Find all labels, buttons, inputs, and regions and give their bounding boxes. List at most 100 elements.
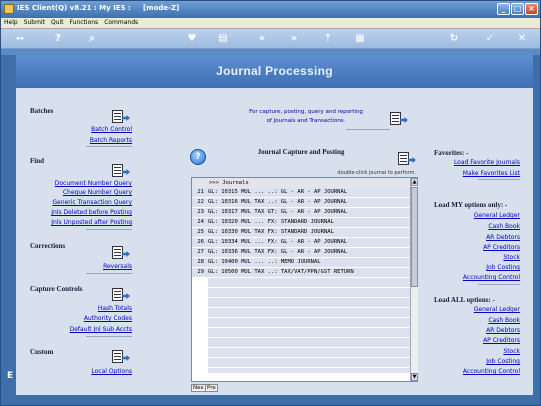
intro-line-2: of Journals and Transactions. [266, 118, 346, 124]
link-batch-control[interactable]: Batch Control [46, 126, 132, 133]
link-local-options[interactable]: Local Options [46, 368, 132, 375]
link-all-ar-debtors[interactable]: AR Debtors [426, 327, 520, 334]
key-icon[interactable]: ⊶ [7, 33, 33, 45]
status-bar [1, 395, 540, 405]
cancel-icon[interactable]: ✕ [515, 33, 529, 45]
heart-icon[interactable]: ♥ [185, 33, 199, 45]
capture-heading: Journal Capture and Posting [257, 148, 345, 156]
link-my-job-costing[interactable]: Job Costing [426, 264, 520, 271]
divider [478, 179, 520, 180]
divider [86, 273, 132, 274]
custom-heading: Custom [30, 348, 54, 356]
empty-row [208, 338, 410, 348]
link-my-ap-creditors[interactable]: AP Creditors [426, 244, 520, 251]
up-arrow-icon[interactable]: ⇡ [321, 33, 335, 45]
custom-document-icon [110, 347, 130, 365]
journal-row[interactable]: 22 GL: 10316 MUL TAX ..: GL - AR - AP JOU… [192, 198, 410, 208]
info-icon: ? [190, 149, 206, 165]
favorites-heading: Favorites: - [434, 149, 469, 157]
journal-row[interactable]: 27 GL: 10336 MUL TAX FX: GL - AR - AP JOU… [192, 248, 410, 258]
scroll-thumb[interactable] [411, 187, 418, 287]
link-generic-transaction-query[interactable]: Generic Transaction Query [26, 199, 132, 206]
divider [346, 129, 390, 130]
refresh-icon[interactable]: ↻ [447, 33, 461, 45]
menu-commands[interactable]: Commands [101, 18, 141, 26]
link-all-accounting-control[interactable]: Accounting Control [426, 368, 520, 375]
link-cheque-number-query[interactable]: Cheque Number Query [26, 189, 132, 196]
maximize-button[interactable]: □ [511, 3, 524, 15]
page-header: Journal Processing [16, 55, 533, 88]
print-icon[interactable]: ▤ [216, 33, 230, 45]
link-document-number-query[interactable]: Document Number Query [26, 180, 132, 187]
batches-heading: Batches [30, 107, 54, 115]
intro-document-icon [388, 109, 408, 127]
journal-scrollbar[interactable]: ▲ ▼ [410, 178, 418, 381]
divider [86, 146, 132, 147]
link-reversals[interactable]: Reversals [46, 263, 132, 270]
app-icon [4, 4, 14, 14]
menu-help[interactable]: Help [1, 18, 21, 26]
link-my-general-ledger[interactable]: General Ledger [426, 212, 520, 219]
link-all-general-ledger[interactable]: General Ledger [426, 306, 520, 313]
journal-row[interactable]: 28 GL: 10400 MUL ... ..: MEMO JOURNAL [192, 258, 410, 268]
link-batch-reports[interactable]: Batch Reports [46, 137, 132, 144]
journal-row[interactable]: 26 GL: 10334 MUL ... FX: GL - AR - AP JOU… [192, 238, 410, 248]
capture-document-icon [396, 149, 416, 167]
minimize-button[interactable]: _ [497, 3, 510, 15]
next-button[interactable]: Nex [191, 384, 206, 392]
link-all-job-costing[interactable]: Job Costing [426, 358, 520, 365]
divider [86, 229, 132, 230]
menu-bar: Help Submit Quit Functions Commands [1, 18, 540, 29]
main-panel: Journal Processing Batches Batch Control… [16, 55, 533, 395]
empty-row [208, 308, 410, 318]
journal-list[interactable]: >>> Journals 21 GL: 10315 MUL ... ..: GL … [191, 177, 418, 382]
link-jnls-unposted-after-posting[interactable]: Jnls Unposted after Posting [26, 219, 132, 226]
scroll-down-arrow-icon[interactable]: ▼ [411, 373, 418, 381]
scroll-up-arrow-icon[interactable]: ▲ [411, 178, 418, 186]
previous-button[interactable]: Pre [205, 384, 218, 392]
link-all-stock[interactable]: Stock [426, 348, 520, 355]
capture-controls-document-icon [110, 285, 130, 303]
journal-row[interactable]: 23 GL: 10317 MUL TAX GT: GL - AR - AP JOU… [192, 208, 410, 218]
empty-row [208, 368, 410, 374]
link-my-accounting-control[interactable]: Accounting Control [426, 274, 520, 281]
first-page-icon[interactable]: « [255, 33, 269, 45]
divider [478, 284, 520, 285]
journal-row[interactable]: 29 GL: 10500 MUL TAX ..: TAX/VAT/PPN/GST … [192, 268, 410, 278]
last-page-icon[interactable]: » [287, 33, 301, 45]
link-jnls-deleted-before-posting[interactable]: Jnls Deleted before Posting [26, 209, 132, 216]
link-all-cash-book[interactable]: Cash Book [426, 317, 520, 324]
empty-row [208, 328, 410, 338]
journal-list-header: >>> Journals [192, 178, 410, 188]
divider [86, 336, 132, 337]
link-default-jnl-sub-accts[interactable]: Default Jnl Sub Accts [26, 326, 132, 333]
search-icon[interactable]: ⌕ [85, 33, 99, 45]
link-my-ar-debtors[interactable]: AR Debtors [426, 234, 520, 241]
title-bar: IES Client(Q) v8.21 : My IES : [mode-Z] … [1, 1, 540, 18]
journal-row[interactable]: 25 GL: 10330 MUL TAX FX: STANDARD JOURNAL [192, 228, 410, 238]
link-make-favorites-list[interactable]: Make Favorites List [426, 170, 520, 177]
link-hash-totals[interactable]: Hash Totals [46, 305, 132, 312]
journal-row[interactable]: 21 GL: 10315 MUL ... ..: GL - AR - AP JOU… [192, 188, 410, 198]
find-document-icon [110, 161, 130, 179]
journal-row[interactable]: 24 GL: 10320 MUL ... FX: STANDARD JOURNAL [192, 218, 410, 228]
link-load-favorite-journals[interactable]: Load Favorite Journals [426, 159, 520, 166]
empty-row [208, 298, 410, 308]
corrections-heading: Corrections [30, 242, 66, 250]
page-title: Journal Processing [216, 64, 333, 78]
my-options-heading: Load MY options only: - [434, 201, 508, 209]
link-my-stock[interactable]: Stock [426, 254, 520, 261]
close-button[interactable]: × [525, 3, 538, 15]
link-all-ap-creditors[interactable]: AP Creditors [426, 337, 520, 344]
help-icon[interactable]: ? [51, 33, 65, 45]
toolbar: ⊶ ? ⌕ ♥ ▤ « » ⇡ ▦ ↻ ✓ ✕ [1, 29, 540, 49]
menu-quit[interactable]: Quit [48, 18, 67, 26]
link-my-cash-book[interactable]: Cash Book [426, 223, 520, 230]
menu-submit[interactable]: Submit [21, 18, 48, 26]
empty-row [208, 358, 410, 368]
grid-icon[interactable]: ▦ [353, 33, 367, 45]
side-marker-icon: E [7, 371, 14, 381]
link-authority-codes[interactable]: Authority Codes [46, 315, 132, 322]
check-icon[interactable]: ✓ [483, 33, 497, 45]
menu-functions[interactable]: Functions [67, 18, 102, 26]
